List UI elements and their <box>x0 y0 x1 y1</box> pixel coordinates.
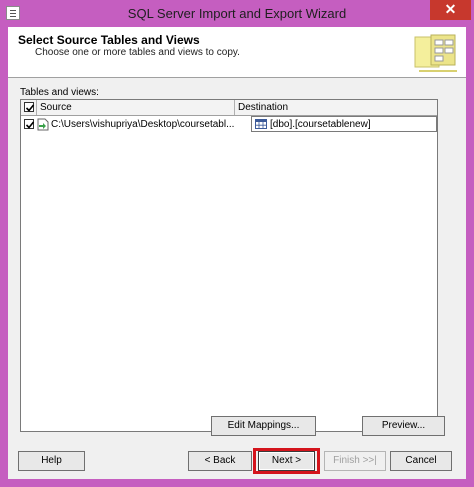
close-button[interactable]: ✕ <box>430 0 471 20</box>
next-button-highlight <box>253 448 320 474</box>
select-all-cell <box>21 100 37 115</box>
source-file-icon <box>37 118 49 131</box>
title-bar[interactable]: SQL Server Import and Export Wizard ✕ <box>0 0 474 27</box>
page-header: Select Source Tables and Views Choose on… <box>8 27 466 78</box>
table-row[interactable]: C:\Users\vishupriya\Desktop\coursetabl..… <box>21 116 437 132</box>
wizard-tables-icon <box>414 34 457 72</box>
destination-cell[interactable]: [dbo].[coursetablenew] <box>251 116 437 132</box>
back-button[interactable]: < Back <box>188 451 252 471</box>
tables-grid[interactable]: Source Destination C:\Users\vishupriya\D… <box>20 99 438 432</box>
finish-button[interactable]: Finish >>| <box>324 451 386 471</box>
preview-button[interactable]: Preview... <box>362 416 445 436</box>
tables-label: Tables and views: <box>20 87 99 98</box>
edit-mappings-button[interactable]: Edit Mappings... <box>211 416 316 436</box>
page-subtitle: Choose one or more tables and views to c… <box>35 47 240 58</box>
help-button[interactable]: Help <box>18 451 85 471</box>
destination-column-header[interactable]: Destination <box>235 100 437 115</box>
destination-value: [dbo].[coursetablenew] <box>270 119 371 130</box>
source-column-header[interactable]: Source <box>37 100 235 115</box>
wizard-window: SQL Server Import and Export Wizard ✕ Se… <box>0 0 474 487</box>
source-cell[interactable]: C:\Users\vishupriya\Desktop\coursetabl..… <box>51 117 251 132</box>
page-title: Select Source Tables and Views <box>18 33 200 47</box>
window-title: SQL Server Import and Export Wizard <box>127 6 347 21</box>
table-icon <box>255 119 267 129</box>
wizard-client: Select Source Tables and Views Choose on… <box>8 27 466 479</box>
grid-header: Source Destination <box>21 100 437 116</box>
select-all-checkbox[interactable] <box>24 102 35 112</box>
cancel-button[interactable]: Cancel <box>390 451 452 471</box>
row-checkbox[interactable] <box>24 119 35 129</box>
